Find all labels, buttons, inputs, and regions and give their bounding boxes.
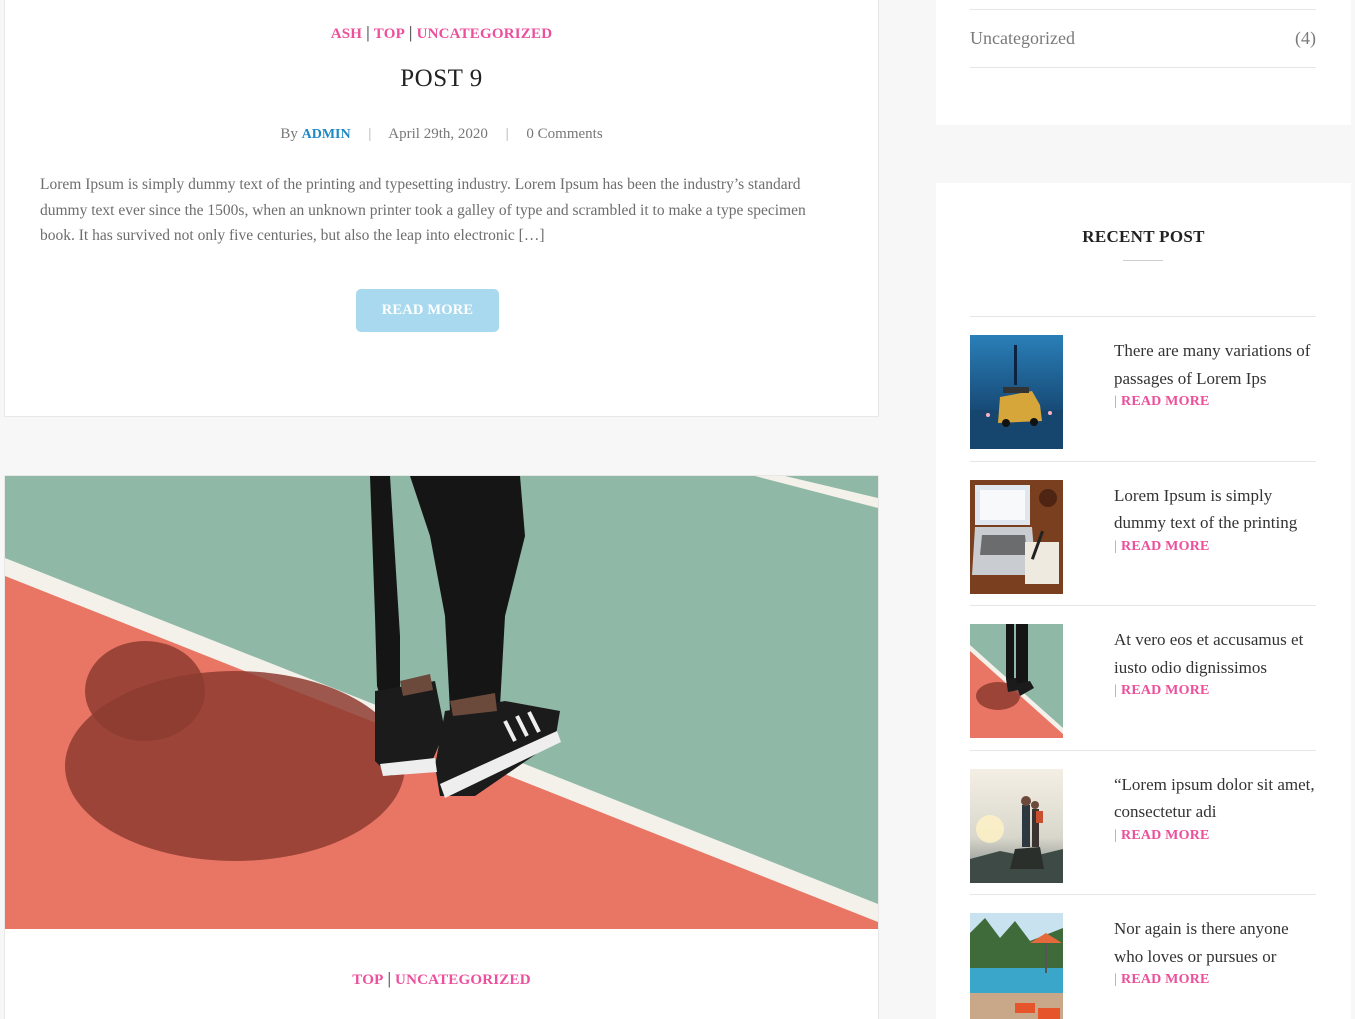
category-item-label: Uncategorized (970, 28, 1075, 48)
recent-post-thumbnail[interactable] (970, 913, 1063, 1019)
recent-post-thumbnail[interactable] (970, 479, 1063, 594)
recent-post-read-more[interactable]: READ MORE (1121, 828, 1210, 843)
post-meta: By ADMIN | April 29th, 2020 | 0 Comments (5, 126, 878, 143)
category-separator: | (366, 23, 370, 42)
recent-post-title[interactable]: Lorem Ipsum is simply dummy text of the … (1114, 486, 1297, 533)
recent-post-title[interactable]: There are many variations of passages of… (1114, 341, 1310, 388)
category-link[interactable]: TOP (374, 26, 405, 42)
read-more-separator: | (1114, 827, 1118, 843)
recent-post-item: At vero eos et accusamus et iusto odio d… (970, 606, 1316, 751)
author-link[interactable]: ADMIN (302, 127, 351, 142)
category-item-uncategorized[interactable]: Uncategorized (4) (970, 9, 1316, 68)
post-title[interactable]: POST 9 (5, 65, 878, 93)
post-categories: ASH | TOP | UNCATEGORIZED (5, 23, 878, 43)
recent-post-title[interactable]: Nor again is there anyone who loves or p… (1114, 919, 1289, 966)
post-card: TOP | UNCATEGORIZED (4, 475, 879, 1019)
read-more-separator: | (1114, 683, 1118, 698)
post-card: ASH | TOP | UNCATEGORIZED POST 9 By ADMIN | … (4, 0, 879, 417)
category-link[interactable]: UNCATEGORIZED (417, 26, 553, 42)
recent-post-title[interactable]: At vero eos et accusamus et iusto odio d… (1114, 630, 1303, 677)
read-more-separator: | (1114, 538, 1118, 554)
featured-image[interactable] (5, 476, 878, 929)
hikers-thumbnail (970, 768, 1063, 883)
category-separator: | (408, 23, 413, 42)
recent-post-thumbnail[interactable] (970, 768, 1063, 883)
recent-post-read-more[interactable]: READ MORE (1121, 972, 1210, 987)
meta-separator: | (505, 126, 509, 142)
recent-post-item: Nor again is there anyone who loves or p… (970, 895, 1316, 1019)
recent-post-read-more[interactable]: READ MORE (1121, 683, 1210, 698)
widget-title: RECENT POST (1082, 227, 1205, 246)
category-link[interactable]: UNCATEGORIZED (395, 972, 531, 988)
title-divider (1123, 260, 1163, 261)
recent-post-item: “Lorem ipsum dolor sit amet, consectetur… (970, 751, 1316, 895)
sneakers-on-court-image (5, 476, 878, 929)
post-excerpt: Lorem Ipsum is simply dummy text of the … (40, 176, 806, 244)
post-date: April 29th, 2020 (388, 126, 488, 142)
read-more-separator: | (1114, 394, 1118, 409)
recent-posts-widget: RECENT POST There are many variations of… (936, 183, 1351, 1019)
pool-resort-thumbnail (970, 913, 1063, 1019)
read-more-separator: | (1114, 972, 1118, 987)
recent-post-read-more[interactable]: READ MORE (1121, 539, 1210, 554)
category-link[interactable]: ASH (331, 26, 362, 42)
laptop-desk-thumbnail (970, 479, 1063, 594)
recent-post-thumbnail[interactable] (970, 335, 1063, 449)
category-separator: | (387, 969, 392, 988)
recent-post-item: Lorem Ipsum is simply dummy text of the … (970, 462, 1316, 606)
recent-post-title[interactable]: “Lorem ipsum dolor sit amet, consectetur… (1114, 775, 1315, 822)
recent-post-item: There are many variations of passages of… (970, 317, 1316, 462)
meta-separator: | (368, 126, 372, 142)
read-more-button[interactable]: READ MORE (356, 289, 499, 332)
category-item-count: (4) (1295, 28, 1316, 48)
categories-widget: Uncategorized (4) (936, 0, 1351, 125)
post-categories: TOP | UNCATEGORIZED (5, 969, 878, 989)
night-car-thumbnail (970, 335, 1063, 449)
category-link[interactable]: TOP (352, 972, 383, 988)
recent-post-list: There are many variations of passages of… (970, 316, 1316, 1019)
recent-post-read-more[interactable]: READ MORE (1121, 394, 1210, 409)
recent-post-thumbnail[interactable] (970, 624, 1063, 738)
sneakers-thumbnail (970, 624, 1063, 738)
by-label: By (280, 126, 298, 142)
comments-link[interactable]: 0 Comments (526, 126, 602, 142)
